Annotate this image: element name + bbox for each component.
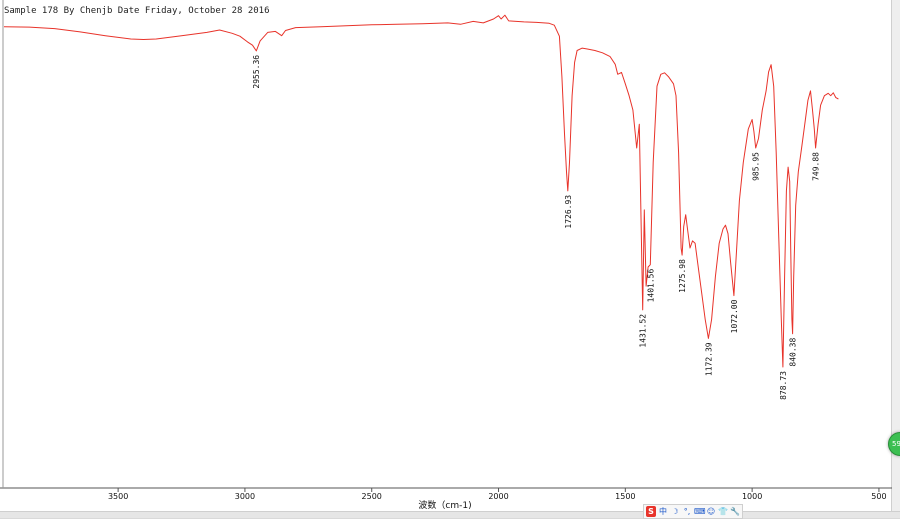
x-tick-label: 500: [871, 492, 886, 501]
x-tick-label: 3000: [235, 492, 255, 501]
peak-label: 2955.36: [252, 55, 261, 89]
peak-labels: 2955.36 1726.93 1431.52 1401.56 1275.98 1172.…: [252, 55, 820, 400]
peak-label: 840.38: [789, 338, 798, 367]
peak-label: 1172.39: [704, 342, 713, 376]
skin-shirt-icon[interactable]: 👕: [718, 506, 728, 517]
x-tick-label: 3500: [108, 492, 128, 501]
spectrum-chart: 3500 3000 2500 2000 1500 1000 500 2955.36 1726.…: [0, 0, 892, 511]
wrench-icon[interactable]: 🔧: [730, 506, 740, 517]
x-tick-label: 2500: [362, 492, 382, 501]
peak-label: 1401.56: [646, 269, 655, 303]
chinese-mode-icon[interactable]: 中: [658, 506, 668, 517]
peak-label: 749.88: [812, 152, 821, 181]
x-tick-label: 1500: [615, 492, 635, 501]
punctuation-icon[interactable]: °,: [682, 506, 692, 517]
bottom-status-bar: [0, 511, 900, 518]
moon-icon[interactable]: ☽: [670, 506, 680, 517]
peak-label: 1431.52: [639, 314, 648, 348]
x-tick-label: 1000: [742, 492, 762, 501]
peak-label: 1072.00: [730, 299, 739, 333]
series-line: [3, 14, 839, 368]
sogou-logo-icon[interactable]: S: [646, 506, 656, 517]
peak-label: 1726.93: [564, 195, 573, 229]
x-tick-label: 2000: [488, 492, 508, 501]
peak-label: 1275.98: [678, 259, 687, 293]
x-axis-title: 波数（cm-1): [418, 499, 471, 511]
x-axis: 3500 3000 2500 2000 1500 1000 500: [0, 0, 892, 501]
ime-toolbar[interactable]: S 中 ☽ °, ⌨ ☺ 👕 🔧: [643, 504, 743, 519]
peak-label: 985.95: [752, 152, 761, 181]
series-group: [3, 14, 839, 368]
peak-label: 878.73: [779, 371, 788, 400]
keyboard-icon[interactable]: ⌨: [694, 506, 706, 517]
user-icon[interactable]: ☺: [706, 506, 716, 517]
